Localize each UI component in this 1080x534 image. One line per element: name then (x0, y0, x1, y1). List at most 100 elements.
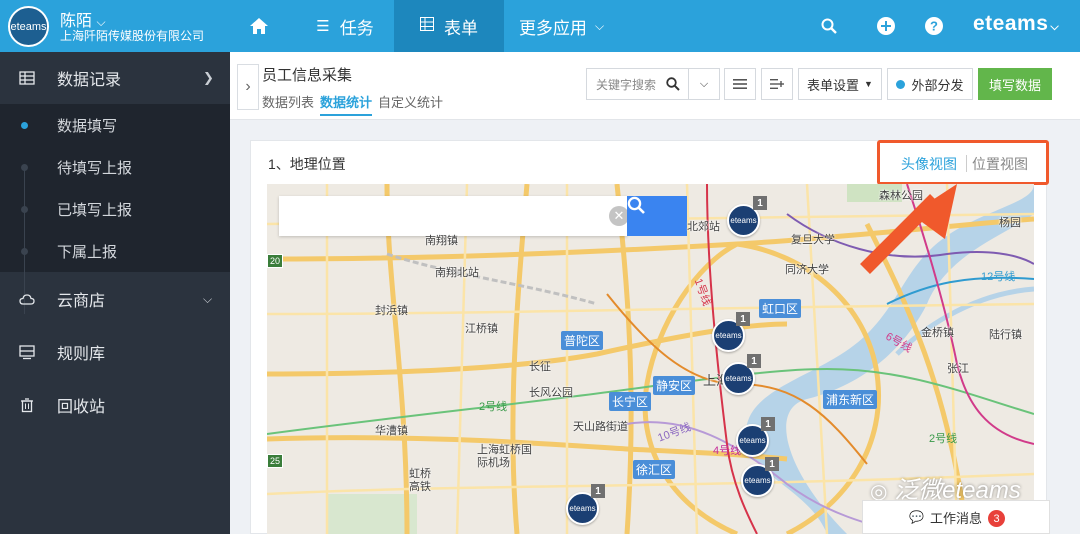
map-label: 北郊站 (687, 221, 720, 233)
search-icon (666, 77, 680, 91)
dot (21, 248, 28, 255)
map-label: 同济大学 (785, 264, 829, 276)
message-count-badge: 3 (988, 510, 1005, 527)
external-share-button[interactable]: 外部分发 (887, 68, 973, 100)
pin-label: eteams (569, 504, 596, 513)
grid-icon (420, 17, 434, 35)
road-number: 20 (267, 254, 284, 268)
view-switch: 头像视图 位置视图 (877, 140, 1049, 185)
pin-count-badge: 1 (753, 196, 767, 210)
nav-tasks-label: 任务 (339, 18, 374, 38)
panel-title: 1、地理位置 (268, 156, 346, 172)
search-placeholder: 关键字搜索 (596, 77, 657, 92)
map-label: 金桥镇 (921, 327, 954, 339)
dot (21, 206, 28, 213)
help-icon: ? (925, 17, 943, 35)
sidebar-item-label: 数据填写 (57, 117, 118, 135)
cloud-icon (19, 294, 35, 305)
tab-data-list[interactable]: 数据列表 (262, 92, 314, 116)
search-options-dropdown[interactable]: ⌵ (688, 68, 720, 100)
share-label: 外部分发 (911, 77, 964, 93)
brand-menu[interactable]: eteams ⌵ (973, 12, 1059, 36)
sidebar-item-rules[interactable]: 规则库 (0, 326, 230, 378)
map-label: 江桥镇 (465, 323, 498, 335)
table-icon (19, 71, 35, 85)
plus-circle-icon (877, 17, 895, 35)
clear-icon[interactable]: ✕ (609, 206, 629, 226)
avatar-view-tab[interactable]: 头像视图 (901, 154, 957, 174)
metro-label: 2号线 (479, 401, 508, 413)
map-label: 陆行镇 (989, 329, 1022, 341)
fill-data-label: 填写数据 (988, 77, 1041, 93)
map-label: 上海虹桥国际机场 (477, 444, 532, 469)
fill-data-button[interactable]: 填写数据 (978, 68, 1052, 100)
sidebar-item-cloud-store[interactable]: 云商店 ⌵ (0, 273, 230, 325)
district-label: 普陀区 (561, 331, 604, 350)
chat-icon: 💬 (909, 510, 924, 524)
keyword-search-input[interactable]: 关键字搜索 (586, 68, 689, 100)
collapse-sidebar-button[interactable]: › (237, 64, 259, 110)
sidebar: 数据记录 ❯ 数据填写 待填写上报 已填写上报 下属上报 云商店 ⌵ 规则库 回… (0, 52, 230, 534)
chevron-down-icon: ⌵ (203, 291, 213, 306)
pin-label: eteams (744, 476, 771, 485)
search-button[interactable] (818, 15, 840, 37)
sidebar-item-recycle-bin[interactable]: 回收站 (0, 379, 230, 431)
map-label: 南翔镇 (425, 235, 458, 247)
sidebar-item-data-records[interactable]: 数据记录 ❯ (0, 52, 230, 104)
chevron-down-icon: ⌵ (699, 77, 709, 90)
sidebar-item-label: 回收站 (57, 399, 106, 416)
trash-icon (21, 398, 33, 413)
messages-label: 工作消息 (929, 510, 982, 526)
add-button[interactable] (875, 15, 897, 37)
sidebar-item-label: 已填写上报 (57, 201, 133, 219)
caret-down-icon: ▼ (864, 79, 873, 89)
sidebar-item-pending-report[interactable]: 待填写上报 (0, 146, 230, 188)
map-label: 杨园 (999, 217, 1021, 229)
map-label: 虹桥高铁 (409, 468, 431, 493)
chevron-right-icon: › (245, 78, 251, 95)
pin-count-badge: 1 (747, 354, 761, 368)
map-label: 张江 (947, 363, 969, 375)
sidebar-item-submitted-report[interactable]: 已填写上报 (0, 188, 230, 230)
sidebar-item-subordinate-report[interactable]: 下属上报 (0, 230, 230, 272)
nav-tasks[interactable]: ☰ 任务 (298, 0, 392, 52)
district-label: 浦东新区 (823, 390, 878, 409)
district-label: 静安区 (653, 376, 696, 395)
list-view-button[interactable] (724, 68, 756, 100)
pin-label: eteams (725, 374, 752, 383)
list-add-icon (770, 79, 784, 89)
pin-count-badge: 1 (591, 484, 605, 498)
road-number: 25 (267, 454, 284, 468)
list-icon (733, 79, 747, 89)
home-icon (250, 18, 268, 34)
district-label: 虹口区 (759, 299, 802, 318)
help-button[interactable]: ? (923, 15, 945, 37)
map-label: 封浜镇 (375, 305, 408, 317)
nav-forms[interactable]: 表单 (394, 0, 504, 52)
sidebar-item-label: 待填写上报 (57, 159, 133, 177)
pin-count-badge: 1 (761, 417, 775, 431)
divider (966, 155, 967, 172)
chevron-right-icon: ❯ (203, 70, 214, 85)
share-dot-icon (896, 79, 906, 89)
sidebar-item-data-entry[interactable]: 数据填写 (0, 104, 230, 146)
nav-more-apps[interactable]: 更多应用 ⌵ (504, 0, 619, 52)
home-button[interactable] (231, 0, 287, 52)
dot (21, 164, 28, 171)
tab-custom-statistics[interactable]: 自定义统计 (378, 92, 443, 116)
work-messages-bar[interactable]: 💬 工作消息 3 (862, 500, 1050, 534)
tab-data-statistics[interactable]: 数据统计 (320, 92, 373, 116)
form-settings-dropdown[interactable]: 表单设置 ▼ (798, 68, 882, 100)
pin-count-badge: 1 (736, 312, 750, 326)
map-label: 长风公园 (529, 387, 573, 399)
company-logo[interactable]: eteams (8, 6, 49, 47)
location-view-tab[interactable]: 位置视图 (972, 154, 1028, 174)
map-search-input[interactable]: ✕ (279, 196, 629, 236)
metro-label: 2号线 (929, 433, 958, 445)
metro-label: 12号线 (981, 271, 1016, 283)
chevron-down-icon: ⌵ (594, 18, 605, 33)
add-column-button[interactable] (761, 68, 793, 100)
map-search-button[interactable] (627, 196, 687, 236)
pin-label: eteams (715, 331, 742, 340)
sidebar-item-label: 下属上报 (57, 243, 118, 261)
